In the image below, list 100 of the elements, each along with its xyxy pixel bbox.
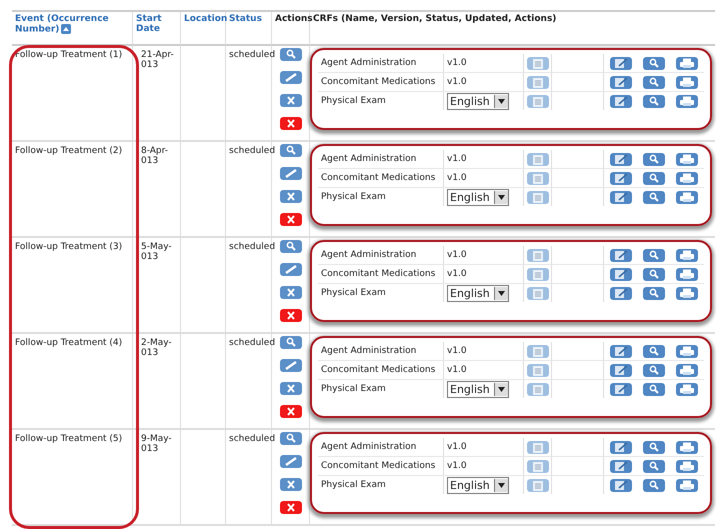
edit-button[interactable]: [280, 263, 302, 276]
edit-button[interactable]: [280, 167, 302, 180]
view-button[interactable]: [643, 268, 665, 280]
enter-data-button[interactable]: [610, 460, 632, 472]
remove-button[interactable]: [280, 190, 302, 203]
enter-data-button[interactable]: [610, 364, 632, 376]
view-button[interactable]: [643, 382, 665, 396]
column-header[interactable]: Status: [226, 12, 272, 46]
event-cell: Follow-up Treatment (5): [12, 430, 133, 524]
edit-button[interactable]: [280, 455, 302, 468]
print-button[interactable]: [676, 248, 698, 262]
status-icon[interactable]: [527, 152, 549, 166]
status-icon[interactable]: [527, 364, 549, 376]
crf-version: v1.0: [447, 346, 467, 356]
print-button[interactable]: [676, 364, 698, 376]
status-icon[interactable]: [527, 56, 549, 70]
enter-data-button[interactable]: [610, 56, 632, 70]
print-button[interactable]: [676, 56, 698, 70]
version-select[interactable]: English: [447, 284, 509, 302]
view-button[interactable]: [643, 460, 665, 472]
delete-button[interactable]: [280, 117, 302, 130]
enter-data-button[interactable]: [610, 286, 632, 300]
view-button[interactable]: [643, 152, 665, 166]
remove-button[interactable]: [280, 94, 302, 107]
print-button[interactable]: [676, 94, 698, 108]
remove-button[interactable]: [280, 286, 302, 299]
caret-icon[interactable]: [498, 98, 505, 104]
sort-icon[interactable]: [61, 24, 72, 34]
status-icon[interactable]: [527, 190, 549, 204]
print-button[interactable]: [676, 440, 698, 454]
enter-data-button[interactable]: [610, 478, 632, 492]
crf-version: v1.0: [447, 442, 467, 452]
view-button[interactable]: [643, 344, 665, 358]
view-button[interactable]: [643, 248, 665, 262]
view-button[interactable]: [280, 432, 302, 445]
view-button[interactable]: [643, 478, 665, 492]
remove-button[interactable]: [280, 382, 302, 395]
status-icon[interactable]: [527, 478, 549, 492]
view-button[interactable]: [643, 364, 665, 376]
delete-button[interactable]: [280, 213, 302, 226]
delete-button[interactable]: [280, 405, 302, 418]
version-select[interactable]: English: [447, 476, 509, 494]
view-button[interactable]: [643, 286, 665, 300]
print-button[interactable]: [676, 172, 698, 184]
enter-data-button[interactable]: [610, 94, 632, 108]
print-button[interactable]: [676, 190, 698, 204]
view-button[interactable]: [643, 56, 665, 70]
remove-button[interactable]: [280, 478, 302, 491]
enter-data-button[interactable]: [610, 268, 632, 280]
delete-button[interactable]: [280, 501, 302, 514]
status-icon[interactable]: [527, 286, 549, 300]
status-icon[interactable]: [527, 76, 549, 88]
caret-icon[interactable]: [498, 194, 505, 200]
view-button[interactable]: [643, 94, 665, 108]
print-button[interactable]: [676, 344, 698, 358]
edit-button[interactable]: [280, 359, 302, 372]
print-button[interactable]: [676, 152, 698, 166]
print-button[interactable]: [676, 382, 698, 396]
print-button[interactable]: [676, 286, 698, 300]
status-icon[interactable]: [527, 94, 549, 108]
status-icon[interactable]: [527, 440, 549, 454]
column-header[interactable]: Start Date: [133, 12, 181, 46]
column-header[interactable]: Event (Occurrence Number): [12, 12, 133, 46]
status-icon[interactable]: [527, 344, 549, 358]
caret-icon[interactable]: [498, 482, 505, 488]
view-button[interactable]: [643, 190, 665, 204]
version-select[interactable]: English: [447, 92, 509, 110]
crf-version: v1.0: [447, 58, 467, 68]
view-button[interactable]: [280, 144, 302, 157]
print-button[interactable]: [676, 460, 698, 472]
enter-data-button[interactable]: [610, 190, 632, 204]
enter-data-button[interactable]: [610, 248, 632, 262]
start-date: 5-May- 013: [141, 242, 173, 262]
edit-button[interactable]: [280, 71, 302, 84]
view-button[interactable]: [280, 336, 302, 349]
print-button[interactable]: [676, 268, 698, 280]
enter-data-button[interactable]: [610, 152, 632, 166]
status-icon[interactable]: [527, 268, 549, 280]
enter-data-button[interactable]: [610, 382, 632, 396]
status-icon[interactable]: [527, 172, 549, 184]
view-button[interactable]: [643, 76, 665, 88]
enter-data-button[interactable]: [610, 172, 632, 184]
view-button[interactable]: [643, 440, 665, 454]
status-icon[interactable]: [527, 248, 549, 262]
print-button[interactable]: [676, 478, 698, 492]
caret-icon[interactable]: [498, 290, 505, 296]
enter-data-button[interactable]: [610, 440, 632, 454]
print-button[interactable]: [676, 76, 698, 88]
view-button[interactable]: [280, 240, 302, 253]
version-select[interactable]: English: [447, 380, 509, 398]
view-button[interactable]: [643, 172, 665, 184]
delete-button[interactable]: [280, 309, 302, 322]
status-icon[interactable]: [527, 460, 549, 472]
enter-data-button[interactable]: [610, 76, 632, 88]
caret-icon[interactable]: [498, 386, 505, 392]
column-header[interactable]: Location: [181, 12, 226, 46]
enter-data-button[interactable]: [610, 344, 632, 358]
version-select[interactable]: English: [447, 188, 509, 206]
status-icon[interactable]: [527, 382, 549, 396]
view-button[interactable]: [280, 48, 302, 61]
